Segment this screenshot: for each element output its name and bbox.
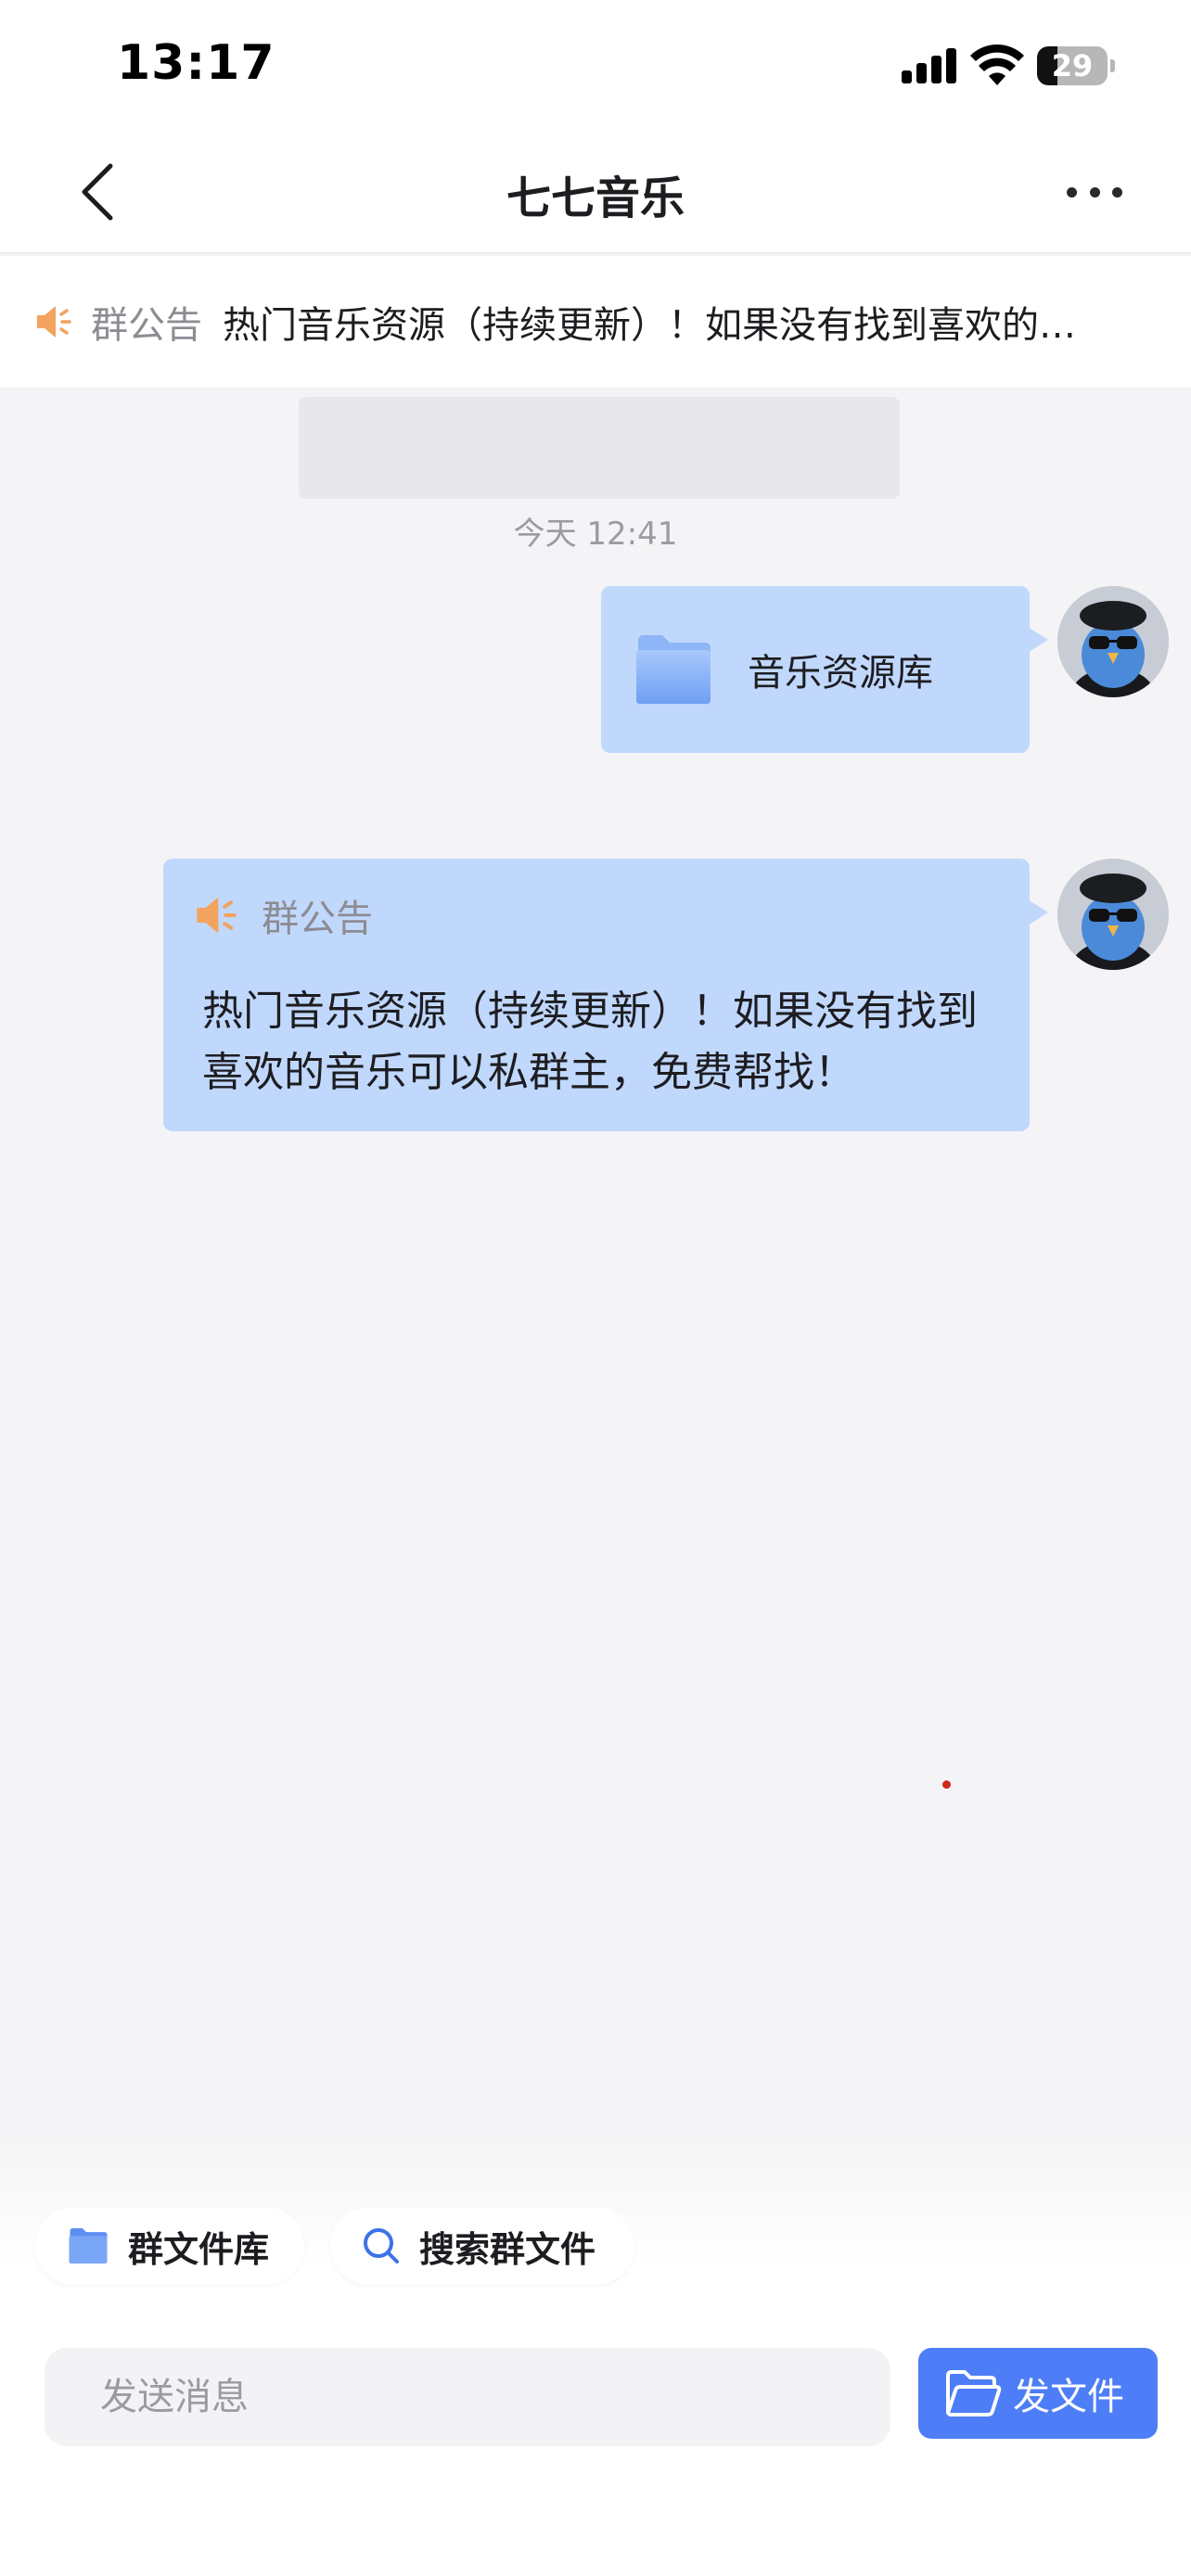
battery-level-text: 29 (1051, 48, 1094, 83)
folder-open-icon (946, 2370, 1002, 2417)
bubble-tail (1028, 627, 1048, 653)
folder-icon (636, 635, 711, 704)
message-timestamp: 今天 12:41 (513, 516, 678, 553)
status-bar: 13:17 29 (0, 0, 1191, 130)
file-name: 音乐资源库 (748, 652, 933, 695)
status-time: 13:17 (117, 35, 275, 91)
speaker-icon (197, 897, 237, 934)
page-title: 七七音乐 (506, 172, 685, 224)
avatar-bird-icon (1057, 586, 1169, 697)
notice-label: 群公告 (262, 898, 373, 940)
search-files-button[interactable]: 搜索群文件 (330, 2207, 634, 2285)
back-button[interactable] (65, 158, 130, 226)
announcement-label: 群公告 (91, 304, 202, 347)
search-files-label: 搜索群文件 (419, 2228, 596, 2270)
navigation-bar: 七七音乐 (0, 130, 1191, 254)
avatar[interactable] (1057, 859, 1169, 970)
notice-text: 热门音乐资源（持续更新）！如果没有找到喜欢的音乐可以私群主，免费帮找！ (202, 988, 978, 1096)
more-dot (1089, 186, 1100, 198)
file-library-label: 群文件库 (128, 2228, 270, 2270)
search-icon (364, 2228, 399, 2264)
message-input[interactable] (45, 2348, 890, 2446)
speaker-icon (37, 306, 71, 338)
red-dot (942, 1780, 951, 1789)
announcement-bar[interactable]: 群公告 热门音乐资源（持续更新）！如果没有找到喜欢的… (0, 256, 1191, 388)
bubble-tail (1028, 899, 1048, 925)
avatar-bird-icon (1057, 859, 1169, 970)
notice-message-bubble[interactable]: 群公告 热门音乐资源（持续更新）！如果没有找到喜欢的音乐可以私群主，免费帮找！ (163, 859, 1048, 1131)
more-dot (1112, 186, 1122, 198)
wifi-icon (970, 45, 1024, 85)
file-message-bubble[interactable]: 音乐资源库 (601, 586, 1048, 753)
notice-header: 群公告 (195, 888, 373, 942)
more-dot (1067, 186, 1077, 198)
announcement-text: 热门音乐资源（持续更新）！如果没有找到喜欢的… (223, 304, 1076, 347)
cellular-signal-icon (902, 48, 957, 83)
loading-placeholder (299, 397, 900, 499)
send-file-label: 发文件 (1013, 2376, 1124, 2418)
file-library-button[interactable]: 群文件库 (35, 2207, 304, 2285)
chat-screen: 13:17 29 七七音乐 群公告 热门音乐资源（持续更新）！如果没有找到喜欢的… (0, 0, 1191, 2576)
send-file-button[interactable]: 发文件 (918, 2348, 1158, 2439)
more-options-button[interactable] (1057, 167, 1132, 217)
battery-icon: 29 (1037, 46, 1115, 85)
folder-icon (69, 2228, 108, 2264)
avatar[interactable] (1057, 586, 1169, 697)
chevron-left-icon (82, 163, 113, 221)
